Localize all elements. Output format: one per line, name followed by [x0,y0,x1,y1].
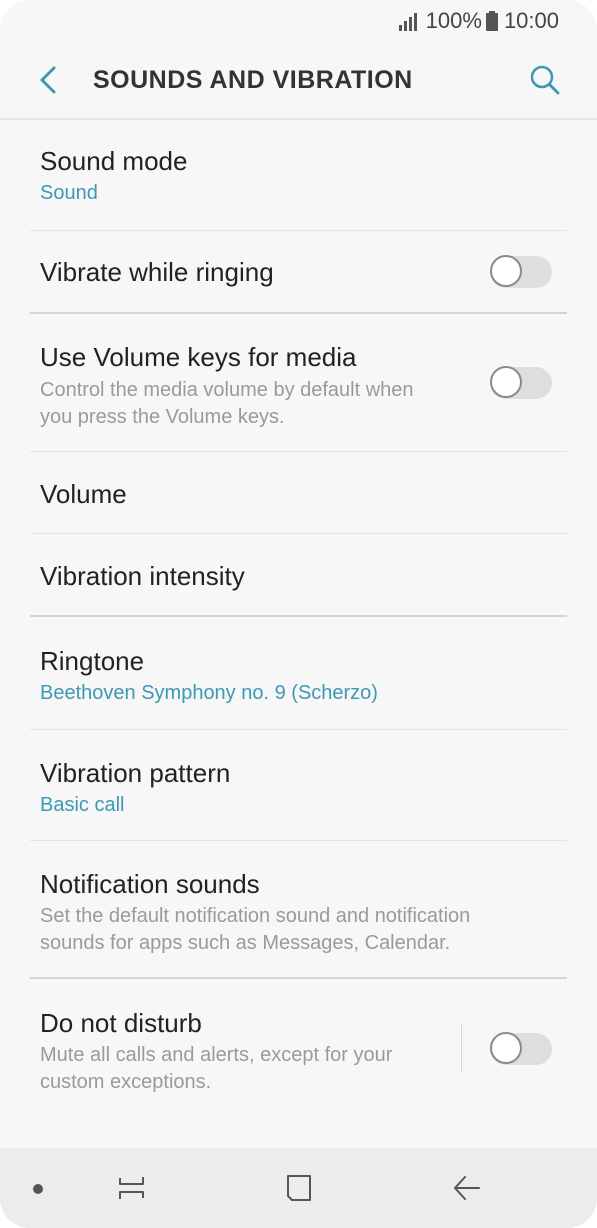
battery-icon [485,11,498,31]
notification-sounds-title: Notification sounds [40,869,260,899]
volume-keys-toggle[interactable] [490,366,552,399]
notification-sounds-description: Set the default notification sound and n… [40,905,471,954]
navigation-bar [0,1148,597,1228]
vertical-divider [461,1024,462,1072]
do-not-disturb-description: Mute all calls and alerts, except for yo… [40,1044,393,1093]
recent-apps-icon [119,1177,144,1199]
home-icon [287,1175,311,1201]
recent-apps-button[interactable] [112,1168,152,1208]
clock: 10:00 [503,8,559,33]
volume-title: Volume [40,479,127,509]
vibration-pattern-item[interactable]: Vibration pattern Basic call [0,730,597,840]
do-not-disturb-item[interactable]: Do not disturb Mute all calls and alerts… [0,979,597,1109]
do-not-disturb-toggle[interactable] [490,1032,552,1065]
toggle-knob [490,366,522,398]
volume-keys-description: Control the media volume by default when… [40,379,414,428]
search-button[interactable] [527,62,563,98]
signal-icon [398,13,417,31]
sound-mode-title: Sound mode [40,146,188,176]
ringtone-title: Ringtone [40,646,145,676]
do-not-disturb-title: Do not disturb [40,1008,202,1038]
search-icon [530,65,560,95]
sound-mode-item[interactable]: Sound mode Sound [0,120,597,230]
screen: 100% 10:00 SOUNDS AND VIBRATION Sound mo… [0,0,597,1228]
nav-dot-icon[interactable] [33,1184,43,1194]
status-indicators: 100% 10:00 [398,8,559,34]
app-bar: SOUNDS AND VIBRATION [0,44,597,118]
volume-keys-item[interactable]: Use Volume keys for media Control the me… [0,314,597,451]
chevron-left-icon [40,66,56,94]
toggle-knob [490,1032,522,1064]
vibrate-while-ringing-title: Vibrate while ringing [40,257,274,287]
home-button[interactable] [279,1168,319,1208]
vibrate-while-ringing-toggle[interactable] [490,255,552,288]
volume-keys-title: Use Volume keys for media [40,342,357,372]
battery-percent: 100% [425,8,482,33]
notification-sounds-item[interactable]: Notification sounds Set the default noti… [0,841,597,977]
toggle-knob [490,255,522,287]
arrow-left-icon [454,1176,480,1200]
ringtone-item[interactable]: Ringtone Beethoven Symphony no. 9 (Scher… [0,617,597,728]
back-nav-button[interactable] [446,1168,486,1208]
vibration-intensity-title: Vibration intensity [40,561,245,591]
page-title: SOUNDS AND VIBRATION [93,66,413,94]
sound-mode-value: Sound [40,182,98,204]
vibration-pattern-value: Basic call [40,794,125,816]
vibrate-while-ringing-item[interactable]: Vibrate while ringing [0,231,597,313]
vibration-intensity-item[interactable]: Vibration intensity [0,534,597,615]
volume-item[interactable]: Volume [0,452,597,533]
back-button[interactable] [30,62,66,98]
vibration-pattern-title: Vibration pattern [40,758,231,788]
ringtone-value: Beethoven Symphony no. 9 (Scherzo) [40,682,378,704]
status-bar: 100% 10:00 [0,0,597,44]
